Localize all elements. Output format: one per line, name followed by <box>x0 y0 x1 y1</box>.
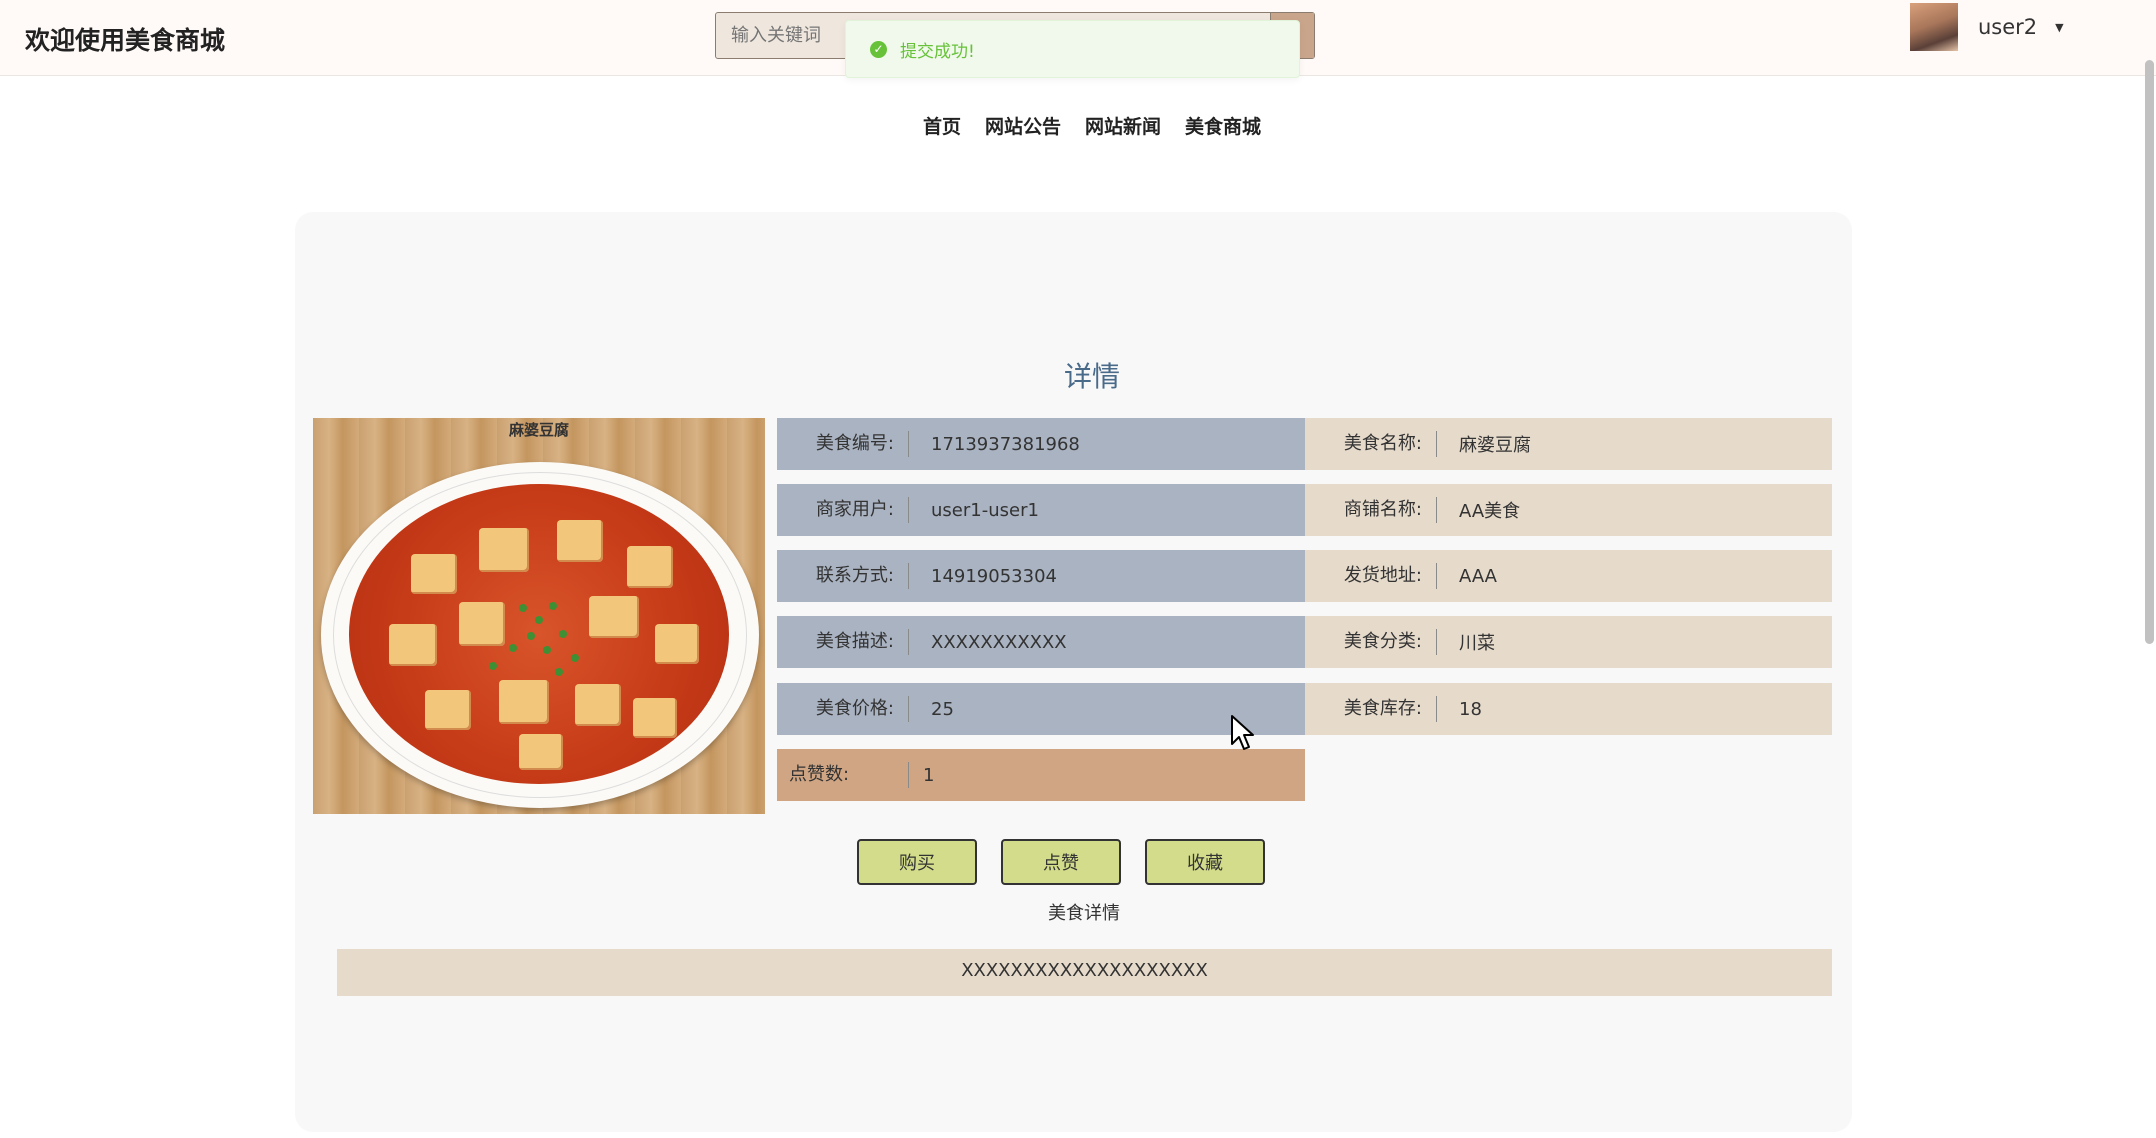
scallion <box>543 646 551 654</box>
field-category: 美食分类: 川菜 <box>1305 616 1832 668</box>
field-value: AA美食 <box>1459 501 1521 522</box>
field-value: 麻婆豆腐 <box>1459 435 1531 456</box>
field-food-no: 美食编号: 1713937381968 <box>777 418 1305 470</box>
field-value: XXXXXXXXXXX <box>931 631 1067 653</box>
scallion <box>549 602 557 610</box>
scallion <box>489 662 497 670</box>
tofu-piece <box>411 554 457 594</box>
field-merchant: 商家用户: user1-user1 <box>777 484 1305 536</box>
favorite-button[interactable]: 收藏 <box>1145 839 1265 885</box>
field-value: user1-user1 <box>931 499 1039 521</box>
detail-section-title: 美食详情 <box>1048 903 1120 924</box>
tofu-piece <box>499 680 549 724</box>
field-label: 美食分类: <box>1305 629 1437 655</box>
tofu-piece <box>655 624 699 664</box>
tofu-piece <box>389 624 437 666</box>
food-image: 麻婆豆腐 <box>313 418 765 814</box>
field-label: 点赞数: <box>777 762 909 788</box>
user-menu[interactable]: user2 ▼ <box>1910 3 2064 51</box>
scallion <box>509 644 517 652</box>
field-value: 25 <box>931 698 954 720</box>
tofu-piece <box>557 520 603 562</box>
field-label: 美食库存: <box>1305 696 1437 722</box>
field-label: 美食描述: <box>777 629 909 655</box>
field-label: 联系方式: <box>777 563 909 589</box>
scallion <box>555 668 563 676</box>
detail-section-content: XXXXXXXXXXXXXXXXXXXX <box>337 949 1832 996</box>
scallion <box>559 630 567 638</box>
nav-item-news[interactable]: 网站新闻 <box>1085 112 1161 139</box>
username[interactable]: user2 <box>1978 15 2037 39</box>
field-description: 美食描述: XXXXXXXXXXX <box>777 616 1305 668</box>
field-value: 14919053304 <box>931 565 1057 587</box>
field-value: 1 <box>923 764 935 786</box>
tofu-piece <box>479 528 529 572</box>
check-circle-icon: ✓ <box>870 40 887 58</box>
field-shop-name: 商铺名称: AA美食 <box>1305 484 1832 536</box>
avatar[interactable] <box>1910 3 1958 51</box>
image-caption: 麻婆豆腐 <box>508 421 569 439</box>
nav-item-home[interactable]: 首页 <box>923 112 961 139</box>
page-scrollbar[interactable] <box>2145 60 2154 644</box>
tofu-piece <box>425 690 471 730</box>
field-label: 美食编号: <box>777 431 909 457</box>
scallion <box>535 616 543 624</box>
field-value: 川菜 <box>1459 633 1495 654</box>
like-button[interactable]: 点赞 <box>1001 839 1121 885</box>
field-value: 18 <box>1459 698 1482 720</box>
field-label: 商家用户: <box>777 497 909 523</box>
site-title: 欢迎使用美食商城 <box>25 26 226 55</box>
tofu-piece <box>633 698 677 738</box>
field-value: 1713937381968 <box>931 433 1080 455</box>
tofu-piece <box>589 596 639 638</box>
sauce-graphic <box>349 484 729 784</box>
buy-button[interactable]: 购买 <box>857 839 977 885</box>
mouse-cursor-icon <box>1231 715 1254 750</box>
caret-down-icon[interactable]: ▼ <box>2055 21 2063 34</box>
field-value: AAA <box>1459 565 1497 587</box>
field-stock: 美食库存: 18 <box>1305 683 1832 735</box>
field-food-name: 美食名称: 麻婆豆腐 <box>1305 418 1832 470</box>
field-label: 商铺名称: <box>1305 497 1437 523</box>
page-title: 详情 <box>1063 360 1120 393</box>
field-label: 美食价格: <box>777 696 909 722</box>
field-contact: 联系方式: 14919053304 <box>777 550 1305 602</box>
tofu-piece <box>627 546 673 588</box>
field-ship-address: 发货地址: AAA <box>1305 550 1832 602</box>
field-price: 美食价格: 25 <box>777 683 1305 735</box>
field-label: 美食名称: <box>1305 431 1437 457</box>
scallion <box>519 604 527 612</box>
scallion <box>571 654 579 662</box>
tofu-piece <box>575 684 621 726</box>
field-label: 发货地址: <box>1305 563 1437 589</box>
nav-item-food-mall[interactable]: 美食商城 <box>1185 112 1261 139</box>
success-toast: ✓ 提交成功! <box>845 20 1300 78</box>
field-likes: 点赞数: 1 <box>777 749 1305 801</box>
main-nav: 首页 网站公告 网站新闻 美食商城 <box>0 112 2156 139</box>
scallion <box>527 632 535 640</box>
tofu-piece <box>459 602 505 646</box>
plate-graphic <box>321 462 759 808</box>
tofu-piece <box>519 734 563 770</box>
toast-message: 提交成功! <box>900 41 975 62</box>
nav-item-notices[interactable]: 网站公告 <box>985 112 1061 139</box>
